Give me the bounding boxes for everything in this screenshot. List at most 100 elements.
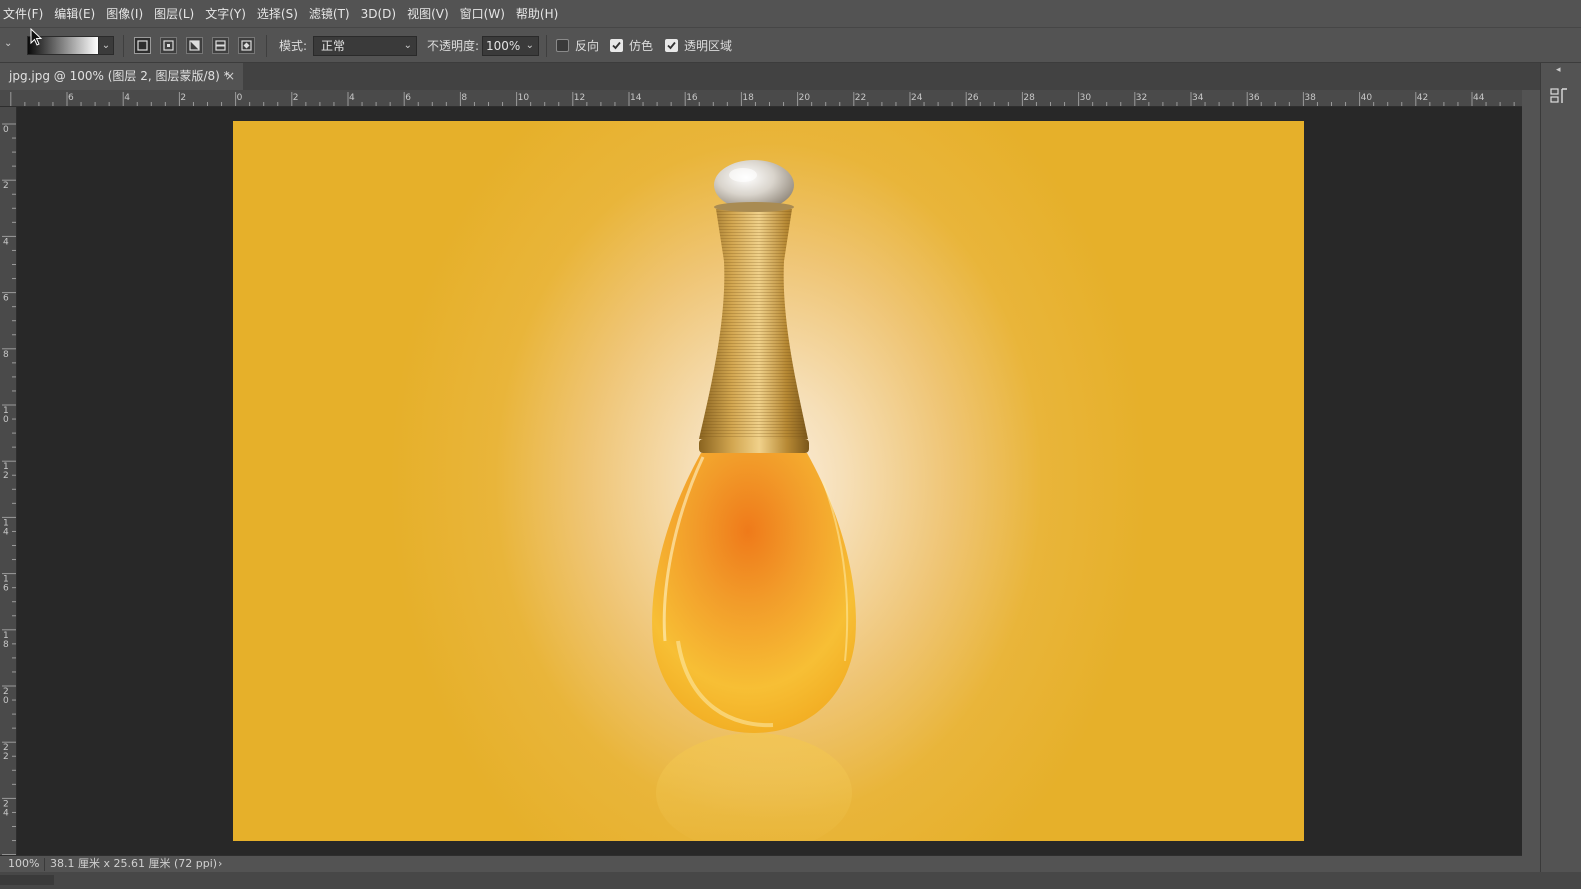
menu-select[interactable]: 选择(S) <box>253 5 305 22</box>
menu-bar: 文件(F) 编辑(E) 图像(I) 图层(L) 文字(Y) 选择(S) 滤镜(T… <box>0 0 1581 27</box>
ruler-label: 4 <box>3 237 9 247</box>
ruler-label: 6 <box>405 93 411 103</box>
ruler-label: 18 <box>3 631 9 650</box>
linear-gradient-icon <box>137 40 148 51</box>
menu-help[interactable]: 帮助(H) <box>512 5 565 22</box>
ruler-label: 36 <box>1248 93 1260 103</box>
perfume-bottle-image <box>652 160 856 841</box>
collapse-arrow-icon[interactable]: ◂ <box>1556 65 1561 75</box>
ruler-label: 42 <box>1417 93 1428 103</box>
transparency-label: 透明区域 <box>684 39 733 53</box>
ruler-label: 30 <box>1080 93 1092 103</box>
ruler-label: 2 <box>3 181 9 191</box>
menu-layer[interactable]: 图层(L) <box>150 5 201 22</box>
ruler-label: 24 <box>911 93 923 103</box>
right-panel-dock: ◂ <box>1540 63 1581 889</box>
ruler-label: 16 <box>686 93 698 103</box>
chevron-down-icon: ⌄ <box>525 40 534 51</box>
close-icon[interactable]: × <box>225 63 235 90</box>
menu-image[interactable]: 图像(I) <box>102 5 150 22</box>
vertical-ruler[interactable]: 024681012141618202224 <box>0 107 17 855</box>
panel-icon[interactable] <box>1550 87 1570 105</box>
status-menu-arrow-icon[interactable]: › <box>218 856 222 872</box>
ruler-label: 20 <box>799 93 811 103</box>
ruler-label: 6 <box>3 294 9 304</box>
menu-filter[interactable]: 滤镜(T) <box>305 5 357 22</box>
vertical-ruler-ticks: 024681 01 21 41 61 82 02 22 4 <box>2 123 16 855</box>
options-bar: ⌄ ⌄ 模式: 正常 ⌄ 不透明度: 100% ⌄ 反向 仿色 透明区域 <box>0 27 1581 63</box>
menu-3d[interactable]: 3D(D) <box>357 7 403 21</box>
radial-gradient-button[interactable] <box>160 37 177 54</box>
ruler-label: 32 <box>1136 93 1147 103</box>
ruler-label: 6 <box>68 93 74 103</box>
opacity-label: 不透明度: <box>427 39 480 53</box>
mode-value: 正常 <box>321 39 346 53</box>
ruler-label: 14 <box>630 93 642 103</box>
ruler-label: 40 <box>1361 93 1373 103</box>
bottom-strip <box>0 872 1581 889</box>
menu-window[interactable]: 窗口(W) <box>456 5 512 22</box>
ruler-label: 18 <box>742 93 754 103</box>
separator <box>44 858 45 871</box>
scroll-handle[interactable] <box>0 875 54 885</box>
ruler-label: 2 <box>293 93 299 103</box>
reflected-gradient-button[interactable] <box>212 37 229 54</box>
horizontal-ruler[interactable]: 6 4 2 0 2 4 6 8 10 12 14 16 18 20 22 24 26 28 30 32 34 36 38 40… <box>0 90 1522 107</box>
separator <box>123 35 124 57</box>
separator <box>546 35 547 57</box>
menu-edit[interactable]: 编辑(E) <box>50 5 102 22</box>
document-canvas[interactable] <box>233 121 1304 841</box>
status-bar: 100% 38.1 厘米 x 25.61 厘米 (72 ppi) › <box>0 855 1522 872</box>
ruler-label: 0 <box>237 93 243 103</box>
diamond-gradient-icon <box>241 40 252 51</box>
ruler-label: 20 <box>3 687 9 706</box>
ruler-label: 22 <box>3 743 9 762</box>
checkmark-icon <box>667 41 676 50</box>
ruler-label: 12 <box>574 93 585 103</box>
document-tab[interactable]: jpg.jpg @ 100% (图层 2, 图层蒙版/8) * × <box>0 63 243 90</box>
transparency-checkbox[interactable] <box>665 39 678 52</box>
tool-preset-chevron-icon[interactable]: ⌄ <box>4 38 12 49</box>
opacity-input[interactable]: 100% ⌄ <box>482 36 539 56</box>
ruler-label: 10 <box>518 93 530 103</box>
ruler-label: 22 <box>855 93 866 103</box>
reflected-gradient-icon <box>215 40 226 51</box>
reverse-label: 反向 <box>575 39 600 53</box>
reverse-checkbox[interactable] <box>556 39 569 52</box>
menu-file[interactable]: 文件(F) <box>0 5 50 22</box>
menu-view[interactable]: 视图(V) <box>403 5 456 22</box>
dither-label: 仿色 <box>629 39 654 53</box>
gradient-picker-chevron-icon[interactable]: ⌄ <box>98 36 114 55</box>
mode-label: 模式: <box>279 39 308 53</box>
ruler-label: 10 <box>3 406 9 425</box>
ruler-label: 0 <box>3 125 9 135</box>
horizontal-ruler-ticks: 6 4 2 0 2 4 6 8 10 12 14 16 18 20 22 24 26 28 30 32 34 36 38 40… <box>10 92 1515 106</box>
separator <box>266 35 267 57</box>
ruler-label: 8 <box>3 350 9 360</box>
angle-gradient-button[interactable] <box>186 37 203 54</box>
document-size: 38.1 厘米 x 25.61 厘米 (72 ppi) <box>50 857 218 870</box>
ruler-label: 44 <box>1473 93 1485 103</box>
ruler-label: 8 <box>461 93 467 103</box>
ruler-label: 2 <box>180 93 186 103</box>
mouse-cursor-icon <box>30 28 43 46</box>
ruler-label: 16 <box>3 575 9 594</box>
mode-select[interactable]: 正常 ⌄ <box>313 36 417 56</box>
diamond-gradient-button[interactable] <box>238 37 255 54</box>
ruler-label: 14 <box>3 518 9 537</box>
document-tab-title: jpg.jpg @ 100% (图层 2, 图层蒙版/8) * <box>9 69 230 83</box>
checkmark-icon <box>612 41 621 50</box>
ruler-label: 34 <box>1192 93 1204 103</box>
opacity-value: 100% <box>486 39 521 53</box>
ruler-label: 26 <box>967 93 979 103</box>
zoom-level[interactable]: 100% <box>8 856 39 872</box>
angle-gradient-icon <box>189 40 200 51</box>
dither-checkbox[interactable] <box>610 39 623 52</box>
ruler-label: 38 <box>1304 93 1316 103</box>
menu-type[interactable]: 文字(Y) <box>201 5 253 22</box>
linear-gradient-button[interactable] <box>134 37 151 54</box>
ruler-label: 12 <box>3 462 9 481</box>
chevron-down-icon: ⌄ <box>403 40 412 51</box>
ruler-label: 4 <box>124 93 130 103</box>
ruler-label: 24 <box>3 799 9 818</box>
